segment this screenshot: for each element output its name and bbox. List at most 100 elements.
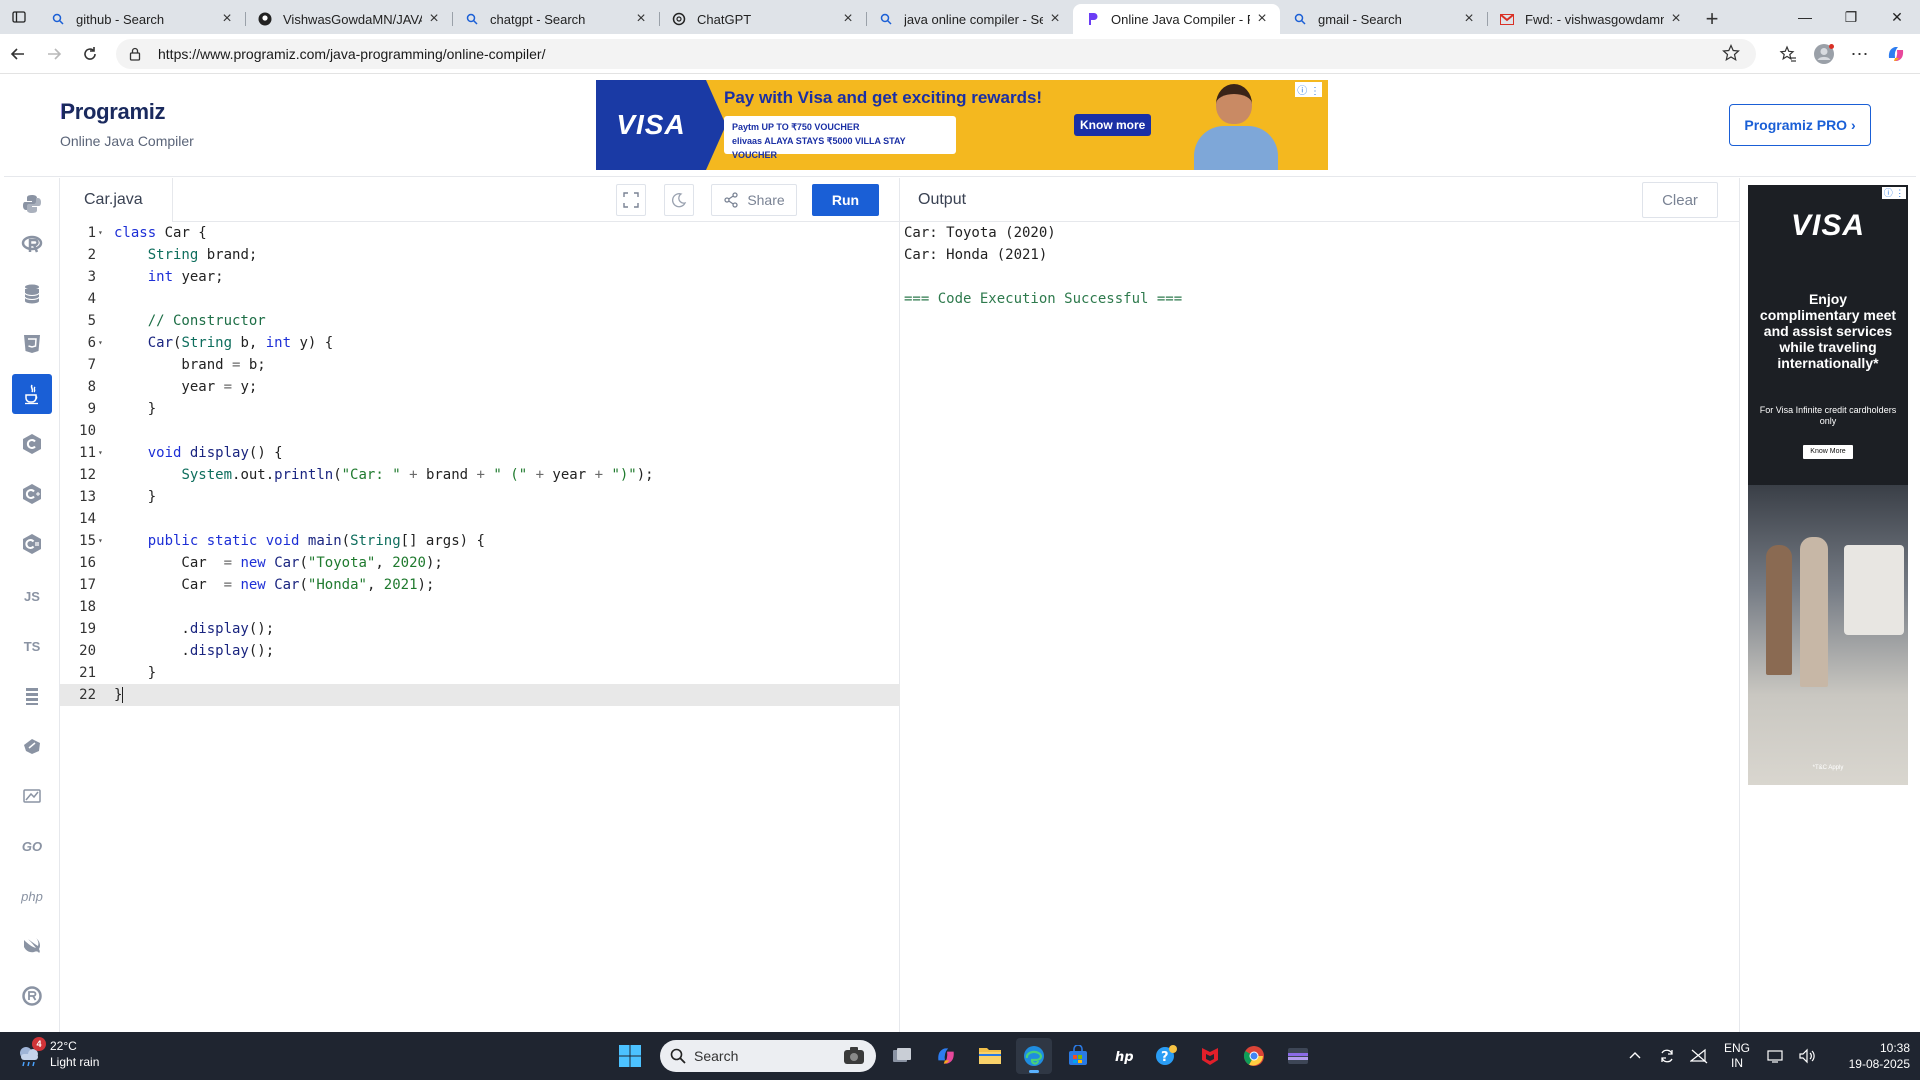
taskbar-search[interactable]: Search bbox=[660, 1040, 876, 1072]
language-indicator[interactable]: ENG IN bbox=[1724, 1041, 1750, 1071]
lang-java[interactable] bbox=[12, 374, 52, 414]
code-line[interactable]: 12 System.out.println("Car: " + brand + … bbox=[60, 464, 900, 486]
fold-arrow-icon[interactable]: ▾ bbox=[98, 442, 106, 464]
fold-arrow-icon[interactable]: ▾ bbox=[98, 530, 106, 552]
browser-tab-active[interactable]: Online Java Compiler - Programiz × bbox=[1073, 4, 1280, 34]
ad-know-more-button[interactable]: Know more bbox=[1074, 114, 1152, 136]
ad-info-icon[interactable]: ⓘ ⋮ bbox=[1882, 187, 1906, 199]
programiz-pro-button[interactable]: Programiz PRO › bbox=[1729, 104, 1871, 146]
code-line[interactable]: 7 brand = b; bbox=[60, 354, 900, 376]
close-icon[interactable]: × bbox=[426, 10, 442, 28]
code-line[interactable]: 1 ▾ class Car { bbox=[60, 222, 900, 244]
close-icon[interactable]: × bbox=[1254, 10, 1270, 28]
fold-arrow-icon[interactable]: ▾ bbox=[98, 332, 106, 354]
chrome-app[interactable] bbox=[1236, 1038, 1272, 1074]
code-line[interactable]: 8 year = y; bbox=[60, 376, 900, 398]
start-button[interactable] bbox=[612, 1038, 648, 1074]
lang-swift[interactable] bbox=[12, 926, 52, 966]
display-icon[interactable] bbox=[1762, 1043, 1788, 1069]
minimize-button[interactable]: — bbox=[1782, 0, 1828, 34]
task-view-button[interactable] bbox=[884, 1038, 920, 1074]
code-line[interactable]: 20 .display(); bbox=[60, 640, 900, 662]
ad-know-more-button[interactable]: Know More bbox=[1803, 445, 1853, 459]
copilot-button[interactable] bbox=[1878, 38, 1914, 70]
lang-go-dart[interactable] bbox=[12, 676, 52, 716]
more-menu-button[interactable]: ⋯ bbox=[1842, 38, 1878, 70]
lang-python[interactable] bbox=[12, 184, 52, 224]
close-icon[interactable]: × bbox=[1668, 10, 1684, 28]
lang-r[interactable] bbox=[12, 224, 52, 264]
fold-arrow-icon[interactable]: ▾ bbox=[98, 222, 106, 244]
code-line[interactable]: 19 .display(); bbox=[60, 618, 900, 640]
lang-cpp[interactable] bbox=[12, 474, 52, 514]
file-tab[interactable]: Car.java bbox=[60, 178, 173, 222]
fullscreen-button[interactable] bbox=[616, 184, 646, 216]
volume-icon[interactable] bbox=[1794, 1043, 1820, 1069]
lang-sql[interactable] bbox=[12, 274, 52, 314]
chevron-up-icon[interactable] bbox=[1622, 1043, 1648, 1069]
file-explorer-app[interactable] bbox=[972, 1038, 1008, 1074]
ad-info-icon[interactable]: ⓘ ⋮ bbox=[1295, 82, 1322, 97]
lang-ts[interactable]: TS bbox=[12, 626, 52, 666]
browser-tab[interactable]: ChatGPT × bbox=[659, 4, 866, 34]
browser-tab[interactable]: VishwasGowdaMN/JAVA--2 × bbox=[245, 4, 452, 34]
address-bar[interactable]: https://www.programiz.com/java-programmi… bbox=[116, 39, 1756, 69]
side-banner-ad[interactable]: VISA Enjoy complimentary meet and assist… bbox=[1748, 185, 1908, 785]
tab-actions-button[interactable] bbox=[0, 0, 38, 34]
restore-button[interactable]: ❐ bbox=[1828, 0, 1874, 34]
get-help-app[interactable]: ? bbox=[1148, 1038, 1184, 1074]
clear-button[interactable]: Clear bbox=[1642, 182, 1718, 218]
profile-button[interactable] bbox=[1806, 38, 1842, 70]
lang-rust[interactable] bbox=[12, 976, 52, 1016]
code-line[interactable]: 3 int year; bbox=[60, 266, 900, 288]
code-line[interactable]: 6 ▾ Car(String b, int y) { bbox=[60, 332, 900, 354]
lang-swift-alt[interactable] bbox=[12, 776, 52, 816]
close-icon[interactable]: × bbox=[840, 10, 856, 28]
code-line[interactable]: 21 } bbox=[60, 662, 900, 684]
store-app[interactable] bbox=[1060, 1038, 1096, 1074]
network-off-icon[interactable] bbox=[1686, 1043, 1712, 1069]
hp-app[interactable]: hp bbox=[1104, 1038, 1140, 1074]
lang-kotlin[interactable] bbox=[12, 726, 52, 766]
close-icon[interactable]: × bbox=[1461, 10, 1477, 28]
code-line[interactable]: 17 Car = new Car("Honda", 2021); bbox=[60, 574, 900, 596]
favorites-button[interactable] bbox=[1770, 38, 1806, 70]
code-line[interactable]: 2 String brand; bbox=[60, 244, 900, 266]
lang-csharp[interactable] bbox=[12, 524, 52, 564]
code-line[interactable]: 22} bbox=[60, 684, 900, 706]
code-line[interactable]: 18 bbox=[60, 596, 900, 618]
system-clock[interactable]: 10:38 19-08-2025 bbox=[1840, 1040, 1910, 1072]
code-line[interactable]: 10 bbox=[60, 420, 900, 442]
lang-go[interactable]: GO bbox=[12, 826, 52, 866]
lang-c[interactable] bbox=[12, 424, 52, 464]
back-button[interactable] bbox=[0, 38, 36, 70]
edge-app[interactable] bbox=[1016, 1038, 1052, 1074]
copilot-app[interactable] bbox=[928, 1038, 964, 1074]
browser-tab[interactable]: chatgpt - Search × bbox=[452, 4, 659, 34]
code-line[interactable]: 4 bbox=[60, 288, 900, 310]
code-line[interactable]: 14 bbox=[60, 508, 900, 530]
lang-js[interactable]: JS bbox=[12, 576, 52, 616]
code-editor[interactable]: 1 ▾ class Car {2 String brand; 3 int year; 4… bbox=[60, 222, 900, 1032]
code-line[interactable]: 13 } bbox=[60, 486, 900, 508]
close-window-button[interactable]: ✕ bbox=[1874, 0, 1920, 34]
browser-tab[interactable]: gmail - Search × bbox=[1280, 4, 1487, 34]
share-button[interactable]: Share bbox=[711, 184, 797, 216]
code-line[interactable]: 11 ▾ void display() { bbox=[60, 442, 900, 464]
top-banner-ad[interactable]: VISA Pay with Visa and get exciting rewa… bbox=[596, 80, 1328, 170]
favorite-star-icon[interactable] bbox=[1722, 43, 1744, 65]
sync-icon[interactable] bbox=[1654, 1043, 1680, 1069]
close-icon[interactable]: × bbox=[1047, 10, 1063, 28]
terminal-app[interactable] bbox=[1280, 1038, 1316, 1074]
code-line[interactable]: 9 } bbox=[60, 398, 900, 420]
browser-tab[interactable]: Fwd: - vishwasgowdamnbc × bbox=[1487, 4, 1694, 34]
browser-tab[interactable]: github - Search × bbox=[38, 4, 245, 34]
new-tab-button[interactable]: + bbox=[1694, 4, 1730, 34]
run-button[interactable]: Run bbox=[812, 184, 879, 216]
browser-tab[interactable]: java online compiler - Search × bbox=[866, 4, 1073, 34]
lang-html[interactable] bbox=[12, 324, 52, 364]
dark-mode-button[interactable] bbox=[664, 184, 694, 216]
code-line[interactable]: 15 ▾ public static void main(String[] arg… bbox=[60, 530, 900, 552]
mcafee-app[interactable] bbox=[1192, 1038, 1228, 1074]
close-icon[interactable]: × bbox=[633, 10, 649, 28]
